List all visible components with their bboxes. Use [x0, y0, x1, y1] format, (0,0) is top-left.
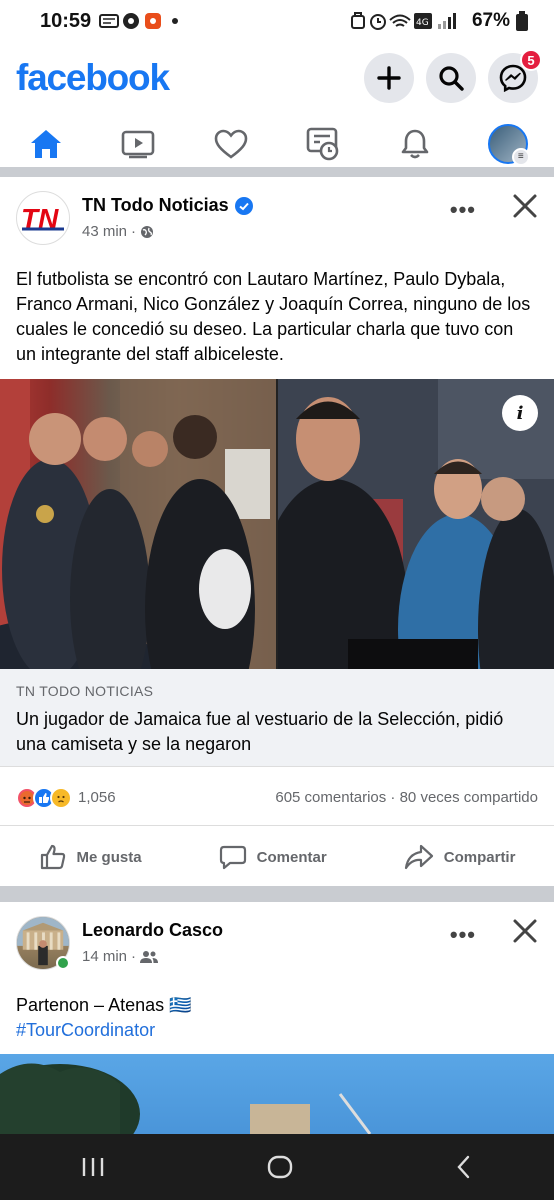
search-button[interactable]	[426, 53, 476, 103]
close-icon[interactable]	[512, 918, 538, 944]
post-meta: 43 min ·	[82, 223, 154, 240]
status-bar: 10:59 4G 67%	[0, 0, 554, 42]
tab-notifications[interactable]	[369, 112, 461, 175]
search-icon	[439, 66, 464, 91]
share-icon	[404, 844, 433, 870]
home-icon	[31, 129, 62, 158]
tab-dating[interactable]	[185, 112, 277, 175]
close-icon[interactable]	[512, 193, 538, 219]
like-label: Me gusta	[76, 848, 142, 866]
share-button[interactable]: Compartir	[404, 843, 516, 871]
feed-divider	[0, 167, 554, 177]
post-caption: Partenon – Atenas 🇬🇷	[16, 995, 192, 1015]
profile-avatar: ≡	[487, 123, 530, 166]
page-avatar[interactable]: TN	[16, 191, 70, 245]
acropolis-photo	[0, 1063, 372, 1134]
reaction-count: 1,056	[78, 789, 116, 806]
reaction-summary[interactable]: 1,056	[16, 786, 116, 809]
post-image[interactable]	[0, 1054, 554, 1134]
post-header: TN TN Todo Noticias 43 min · •••	[0, 177, 554, 253]
status-time: 10:59	[40, 9, 92, 32]
friends-icon	[140, 950, 159, 963]
comment-icon	[219, 845, 246, 870]
tab-watch[interactable]	[92, 112, 184, 175]
link-domain: TN TODO NOTICIAS	[16, 683, 154, 699]
comments-shares[interactable]: 605 comentarios · 80 veces compartido	[275, 789, 538, 806]
feed-divider	[0, 886, 554, 902]
post-image[interactable]: i	[0, 379, 554, 669]
news-clock-icon	[306, 127, 339, 160]
sad-reaction-icon	[50, 786, 72, 809]
heart-icon	[214, 129, 248, 159]
bell-icon	[402, 129, 429, 158]
tab-menu[interactable]: ≡	[462, 112, 554, 175]
create-button[interactable]	[364, 53, 414, 103]
post-author[interactable]: TN Todo Noticias	[82, 195, 253, 216]
system-icons: 4G	[350, 11, 466, 31]
notification-icons	[99, 11, 183, 31]
post-time[interactable]: 14 min	[82, 948, 127, 965]
messenger-badge: 5	[520, 49, 542, 71]
tab-home[interactable]	[0, 112, 92, 176]
tn-logo: TN	[21, 203, 64, 233]
comment-button[interactable]: Comentar	[219, 843, 327, 871]
link-preview[interactable]: TN TODO NOTICIAS Un jugador de Jamaica f…	[0, 669, 554, 767]
reactions-bar: 1,056 605 comentarios · 80 veces compart…	[0, 770, 554, 826]
post-text: El futbolista se encontró con Lautaro Ma…	[16, 269, 531, 364]
verified-icon	[234, 196, 253, 215]
post-actions: Me gusta Comentar Compartir	[0, 828, 554, 886]
plus-icon	[377, 66, 401, 90]
like-button[interactable]: Me gusta	[39, 843, 142, 871]
android-navigation-bar	[0, 1134, 554, 1200]
post-text: Partenon – Atenas 🇬🇷 #TourCoordinator	[16, 993, 538, 1043]
info-icon[interactable]: i	[502, 395, 538, 431]
globe-icon	[141, 225, 154, 238]
post-author[interactable]: Leonardo Casco	[82, 920, 223, 941]
battery-icon	[516, 11, 528, 31]
thumbs-up-icon	[40, 844, 65, 870]
post-header: Leonardo Casco 14 min · •••	[0, 902, 554, 978]
recent-apps-icon[interactable]	[80, 1156, 106, 1178]
svg-text:4G: 4G	[416, 18, 429, 28]
post-author-name[interactable]: TN Todo Noticias	[82, 195, 229, 216]
more-options-icon[interactable]: •••	[450, 197, 476, 223]
comment-label: Comentar	[256, 848, 327, 866]
back-icon[interactable]	[454, 1154, 474, 1180]
share-label: Compartir	[443, 848, 516, 866]
menu-icon: ≡	[511, 147, 530, 166]
post-photo-left	[0, 379, 280, 669]
app-header: facebook 5	[0, 48, 554, 108]
home-button-icon[interactable]	[266, 1154, 294, 1180]
messenger-button[interactable]: 5	[488, 49, 542, 103]
battery-percent: 67%	[471, 10, 510, 31]
post-meta: 14 min ·	[82, 948, 159, 965]
hashtag-link[interactable]: #TourCoordinator	[16, 1018, 538, 1043]
facebook-logo[interactable]: facebook	[16, 57, 170, 99]
meta-dot: ·	[131, 948, 137, 965]
link-title[interactable]: Un jugador de Jamaica fue al vestuario d…	[16, 707, 536, 757]
online-indicator	[56, 956, 70, 970]
tab-memories[interactable]	[277, 112, 369, 175]
post-author-name[interactable]: Leonardo Casco	[82, 920, 223, 941]
meta-dot: ·	[131, 223, 137, 240]
post-time[interactable]: 43 min	[82, 223, 127, 240]
video-icon	[122, 130, 155, 158]
more-options-icon[interactable]: •••	[450, 922, 476, 948]
